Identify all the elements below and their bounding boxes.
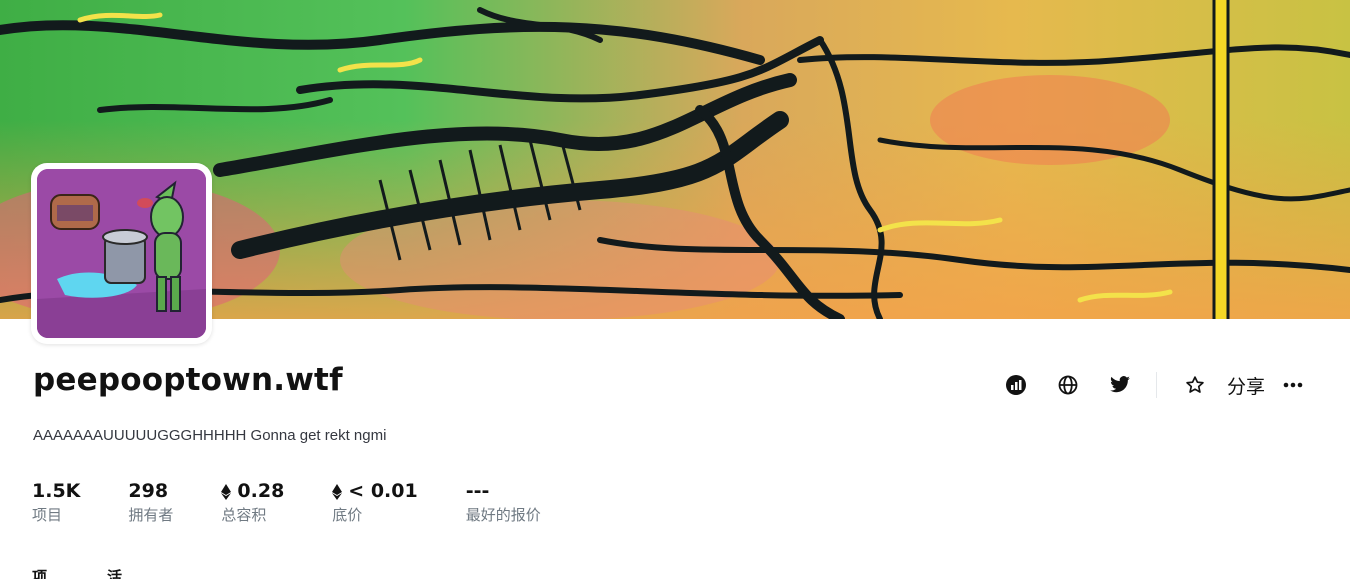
stat-floor[interactable]: < 0.01 底价 [332, 480, 418, 525]
stat-items-value: 1.5K [32, 480, 81, 502]
stat-best-offer[interactable]: --- 最好的报价 [466, 480, 541, 525]
collection-stats: 1.5K 项目 298 拥有者 0.28 总容积 < 0.01 底价 --- 最… [32, 480, 589, 525]
eth-icon [221, 483, 232, 500]
collection-avatar [37, 169, 206, 338]
stat-items[interactable]: 1.5K 项目 [32, 480, 80, 525]
share-button[interactable]: 分享 [1227, 372, 1265, 399]
stat-owners-label: 拥有者 [128, 507, 174, 524]
collection-actions: 分享 [978, 371, 1307, 399]
globe-icon[interactable] [1054, 371, 1082, 399]
stat-owners[interactable]: 298 拥有者 [128, 480, 173, 525]
collection-tabs: 项 活 [32, 566, 182, 579]
collection-description: AAAAAAAUUUUUGGGHHHHH Gonna get rekt ngmi [33, 427, 387, 444]
tab-items[interactable]: 项 [32, 566, 47, 579]
stat-best-offer-label: 最好的报价 [465, 507, 541, 524]
stat-best-offer-value: --- [465, 480, 490, 502]
stat-items-label: 项目 [32, 507, 63, 524]
stat-volume[interactable]: 0.28 总容积 [221, 480, 284, 525]
stat-volume-value: 0.28 [237, 480, 285, 502]
stat-owners-value: 298 [128, 480, 169, 502]
stat-floor-label: 底价 [332, 507, 363, 524]
twitter-icon[interactable] [1106, 371, 1134, 399]
stat-volume-label: 总容积 [221, 507, 267, 524]
activity-chart-icon[interactable] [1002, 371, 1030, 399]
star-icon[interactable] [1181, 371, 1209, 399]
more-icon[interactable] [1279, 371, 1307, 399]
collection-avatar-frame [31, 163, 212, 344]
collection-title: peepooptown.wtf [33, 362, 343, 398]
stat-floor-value: < 0.01 [348, 480, 418, 502]
eth-icon [332, 483, 343, 500]
tab-activity[interactable]: 活 [107, 566, 122, 579]
actions-divider [1155, 372, 1157, 398]
